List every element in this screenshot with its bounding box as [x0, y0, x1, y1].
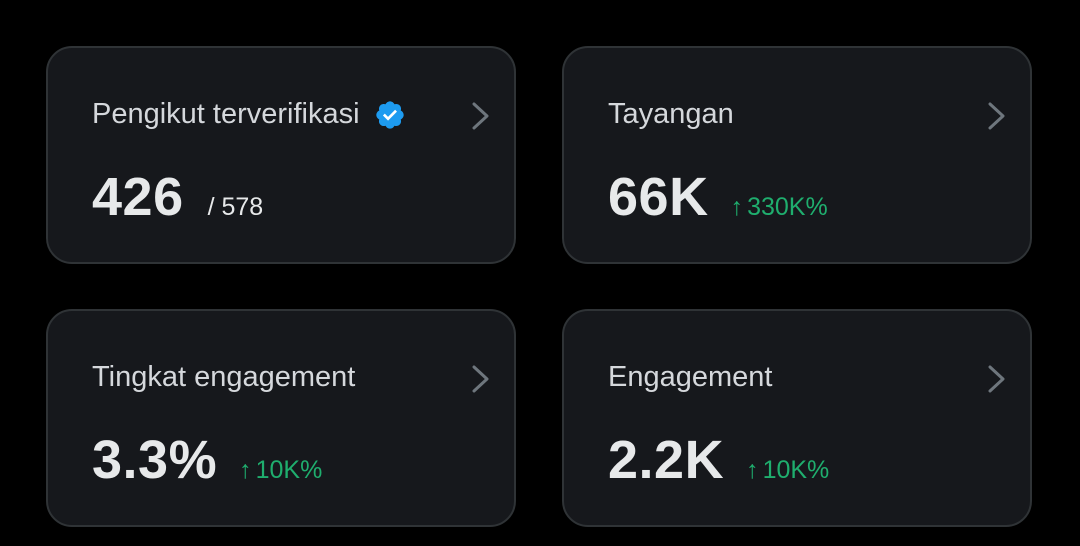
metric-value: 426 — [92, 167, 184, 227]
metric-value-row: 66K ↑ 330K% — [608, 166, 828, 228]
card-verified-followers[interactable]: Pengikut terverifikasi 426 / 578 — [46, 46, 516, 264]
metric-delta: ↑ 10K% — [746, 456, 829, 485]
card-title-label: Pengikut terverifikasi — [92, 98, 360, 130]
card-title: Pengikut terverifikasi — [92, 98, 406, 131]
metric-delta-value: 10K% — [255, 456, 323, 484]
chevron-right-icon[interactable] — [470, 363, 492, 395]
verified-badge-icon — [375, 100, 404, 129]
card-title-label: Tayangan — [608, 98, 734, 130]
arrow-up-icon: ↑ — [239, 456, 252, 484]
card-title: Tingkat engagement — [92, 361, 355, 394]
metric-value: 66K — [608, 167, 709, 227]
card-title: Engagement — [608, 361, 772, 394]
card-engagement-rate[interactable]: Tingkat engagement 3.3% ↑ 10K% — [46, 309, 516, 527]
metric-delta: ↑ 10K% — [239, 456, 322, 485]
arrow-up-icon: ↑ — [730, 193, 744, 221]
card-title-label: Engagement — [608, 361, 773, 393]
arrow-up-icon: ↑ — [746, 456, 759, 484]
card-title: Tayangan — [608, 98, 734, 131]
metric-delta: ↑ 330K% — [731, 193, 828, 222]
chevron-right-icon[interactable] — [470, 100, 492, 132]
card-impressions[interactable]: Tayangan 66K ↑ 330K% — [562, 46, 1032, 264]
chevron-right-icon[interactable] — [986, 100, 1008, 132]
card-engagements[interactable]: Engagement 2.2K ↑ 10K% — [562, 309, 1032, 527]
metric-value-row: 426 / 578 — [92, 166, 263, 228]
metric-delta-value: 10K% — [762, 456, 830, 484]
metric-total: / 578 — [207, 193, 264, 221]
metric-value-row: 2.2K ↑ 10K% — [608, 429, 829, 491]
metric-value: 3.3% — [92, 430, 218, 490]
metric-value: 2.2K — [608, 430, 725, 490]
metric-delta-value: 330K% — [747, 193, 828, 221]
card-title-label: Tingkat engagement — [92, 361, 356, 393]
chevron-right-icon[interactable] — [986, 363, 1008, 395]
metric-value-row: 3.3% ↑ 10K% — [92, 429, 322, 491]
